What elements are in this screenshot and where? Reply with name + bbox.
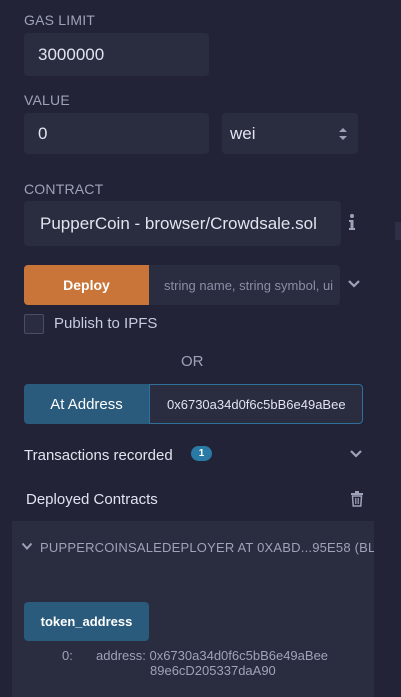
gas-limit-input[interactable]: 3000000: [24, 33, 209, 76]
trash-icon[interactable]: [350, 491, 364, 507]
at-address-input[interactable]: 0x6730a34d0f6c5bB6e49aBee: [149, 384, 363, 424]
chevron-down-icon[interactable]: [347, 279, 361, 289]
deploy-button[interactable]: Deploy: [24, 265, 149, 305]
at-address-button[interactable]: At Address: [24, 384, 149, 424]
token-address-button[interactable]: token_address: [24, 602, 149, 641]
gas-limit-label: GAS LIMIT: [24, 12, 96, 28]
publish-ipfs-checkbox[interactable]: [24, 314, 44, 334]
unit-select-value: wei: [230, 123, 256, 143]
transactions-count-badge: 1: [191, 446, 212, 461]
output-index: 0:: [62, 648, 73, 663]
value-label: VALUE: [24, 92, 70, 108]
value-input[interactable]: 0: [24, 113, 209, 154]
info-icon[interactable]: [347, 213, 357, 231]
at-address-value: 0x6730a34d0f6c5bB6e49aBee: [167, 396, 346, 412]
deploy-args-input[interactable]: string name, string symbol, ui: [149, 265, 340, 305]
transactions-chevron-down-icon[interactable]: [349, 449, 363, 459]
contract-select[interactable]: PupperCoin - browser/Crowdsale.sol: [24, 201, 341, 246]
or-divider-label: OR: [181, 353, 204, 370]
contract-label: CONTRACT: [24, 181, 104, 197]
deployed-contract-name[interactable]: PUPPERCOINSALEDEPLOYER AT 0XABD...95E58 …: [40, 540, 374, 555]
unit-select[interactable]: wei: [222, 113, 358, 154]
deployed-contracts-label: Deployed Contracts: [26, 491, 158, 508]
output-address-line2: 89e6cD205337daA90: [150, 663, 276, 678]
scrollbar-thumb[interactable]: [395, 222, 401, 240]
publish-ipfs-label: Publish to IPFS: [54, 315, 158, 332]
contract-expand-chevron-icon[interactable]: [21, 542, 33, 551]
run-panel: GAS LIMIT 3000000 VALUE 0 wei CONTRACT P…: [0, 0, 401, 697]
select-arrows-icon: [339, 127, 347, 140]
output-address-line1: address: 0x6730a34d0f6c5bB6e49aBee: [96, 648, 329, 663]
contract-select-value: PupperCoin - browser/Crowdsale.sol: [40, 213, 317, 233]
transactions-recorded-label: Transactions recorded: [24, 447, 173, 464]
